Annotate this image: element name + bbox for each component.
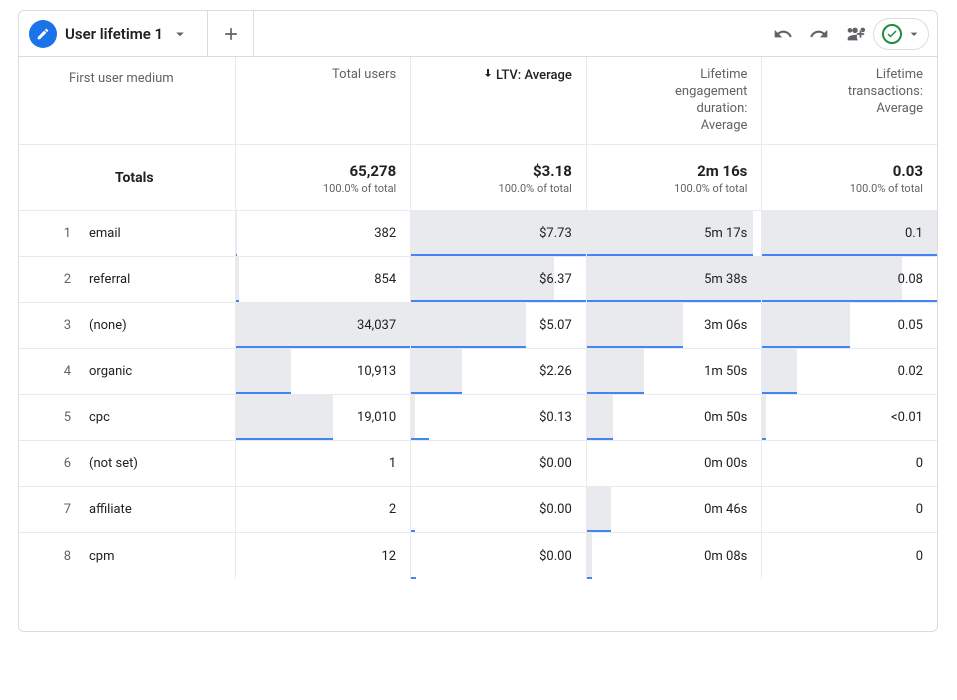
metric-cell: 3m 06s	[586, 303, 762, 348]
totals-label: Totals	[19, 145, 235, 210]
totals-cell: 2m 16s100.0% of total	[586, 145, 762, 210]
metric-cell: $0.13	[410, 395, 586, 440]
totals-cell: 65,278100.0% of total	[235, 145, 411, 210]
row-label: 7affiliate	[19, 487, 235, 532]
table-row[interactable]: 5cpc19,010$0.130m 50s<0.01	[19, 395, 937, 441]
tab-menu-button[interactable]	[171, 25, 189, 43]
tab-title: User lifetime 1	[65, 25, 163, 43]
metric-cell: 854	[235, 257, 411, 302]
metric-cell: 34,037	[235, 303, 411, 348]
metric-cell: $6.37	[410, 257, 586, 302]
row-label: 2referral	[19, 257, 235, 302]
table-row[interactable]: 6(not set)1$0.000m 00s0	[19, 441, 937, 487]
metric-cell: 0.05	[761, 303, 937, 348]
metric-cell: $2.26	[410, 349, 586, 394]
metric-cell: $7.73	[410, 211, 586, 256]
metric-header[interactable]: Lifetimetransactions:Average	[761, 57, 937, 144]
totals-row: Totals 65,278100.0% of total$3.18100.0% …	[19, 145, 937, 211]
totals-cell: 0.03100.0% of total	[761, 145, 937, 210]
metric-header[interactable]: Total users	[235, 57, 411, 144]
topbar: User lifetime 1	[19, 11, 937, 57]
metric-cell: 0.02	[761, 349, 937, 394]
table-row[interactable]: 1email382$7.735m 17s0.1	[19, 211, 937, 257]
metric-cell: 0.1	[761, 211, 937, 256]
row-label: 8cpm	[19, 533, 235, 579]
status-pill[interactable]	[873, 18, 929, 50]
metric-cell: 0.08	[761, 257, 937, 302]
row-label: 4organic	[19, 349, 235, 394]
metric-cell: $0.00	[410, 441, 586, 486]
table-row[interactable]: 2referral854$6.375m 38s0.08	[19, 257, 937, 303]
metric-cell: 0	[761, 487, 937, 532]
metric-cell: 19,010	[235, 395, 411, 440]
check-icon	[882, 24, 902, 44]
undo-button[interactable]	[765, 16, 801, 52]
redo-button[interactable]	[801, 16, 837, 52]
table-row[interactable]: 3(none)34,037$5.073m 06s0.05	[19, 303, 937, 349]
metric-cell: 2	[235, 487, 411, 532]
metric-cell: 382	[235, 211, 411, 256]
chevron-down-icon	[906, 26, 922, 42]
share-button[interactable]	[837, 16, 873, 52]
metric-cell: 0m 46s	[586, 487, 762, 532]
metric-cell: 0	[761, 533, 937, 579]
pencil-icon	[29, 20, 57, 48]
metric-cell: 1m 50s	[586, 349, 762, 394]
dimension-header[interactable]: First user medium	[19, 57, 235, 144]
metric-cell: 12	[235, 533, 411, 579]
metric-cell: $0.00	[410, 533, 586, 579]
table-body: 1email382$7.735m 17s0.12referral854$6.37…	[19, 211, 937, 631]
totals-cell: $3.18100.0% of total	[410, 145, 586, 210]
metric-cell: 10,913	[235, 349, 411, 394]
table-row[interactable]: 4organic10,913$2.261m 50s0.02	[19, 349, 937, 395]
metric-cell: 5m 38s	[586, 257, 762, 302]
row-label: 6(not set)	[19, 441, 235, 486]
table-row[interactable]: 8cpm12$0.000m 08s0	[19, 533, 937, 579]
metric-cell: 1	[235, 441, 411, 486]
row-label: 3(none)	[19, 303, 235, 348]
explore-panel: User lifetime 1 First user medium Total …	[18, 10, 938, 632]
metric-cell: $5.07	[410, 303, 586, 348]
metric-cell: 0m 00s	[586, 441, 762, 486]
metric-cell: 0	[761, 441, 937, 486]
metric-cell: 5m 17s	[586, 211, 762, 256]
metric-cell: <0.01	[761, 395, 937, 440]
row-label: 5cpc	[19, 395, 235, 440]
metric-cell: 0m 08s	[586, 533, 762, 579]
table-header: First user medium Total usersLTV: Averag…	[19, 57, 937, 145]
active-tab[interactable]: User lifetime 1	[19, 11, 208, 57]
metric-header[interactable]: LTV: Average	[410, 57, 586, 144]
metric-header[interactable]: Lifetimeengagementduration:Average	[586, 57, 762, 144]
metric-cell: $0.00	[410, 487, 586, 532]
table-row[interactable]: 7affiliate2$0.000m 46s0	[19, 487, 937, 533]
row-label: 1email	[19, 211, 235, 256]
sort-desc-icon	[482, 67, 494, 85]
add-tab-button[interactable]	[208, 11, 254, 57]
metric-cell: 0m 50s	[586, 395, 762, 440]
